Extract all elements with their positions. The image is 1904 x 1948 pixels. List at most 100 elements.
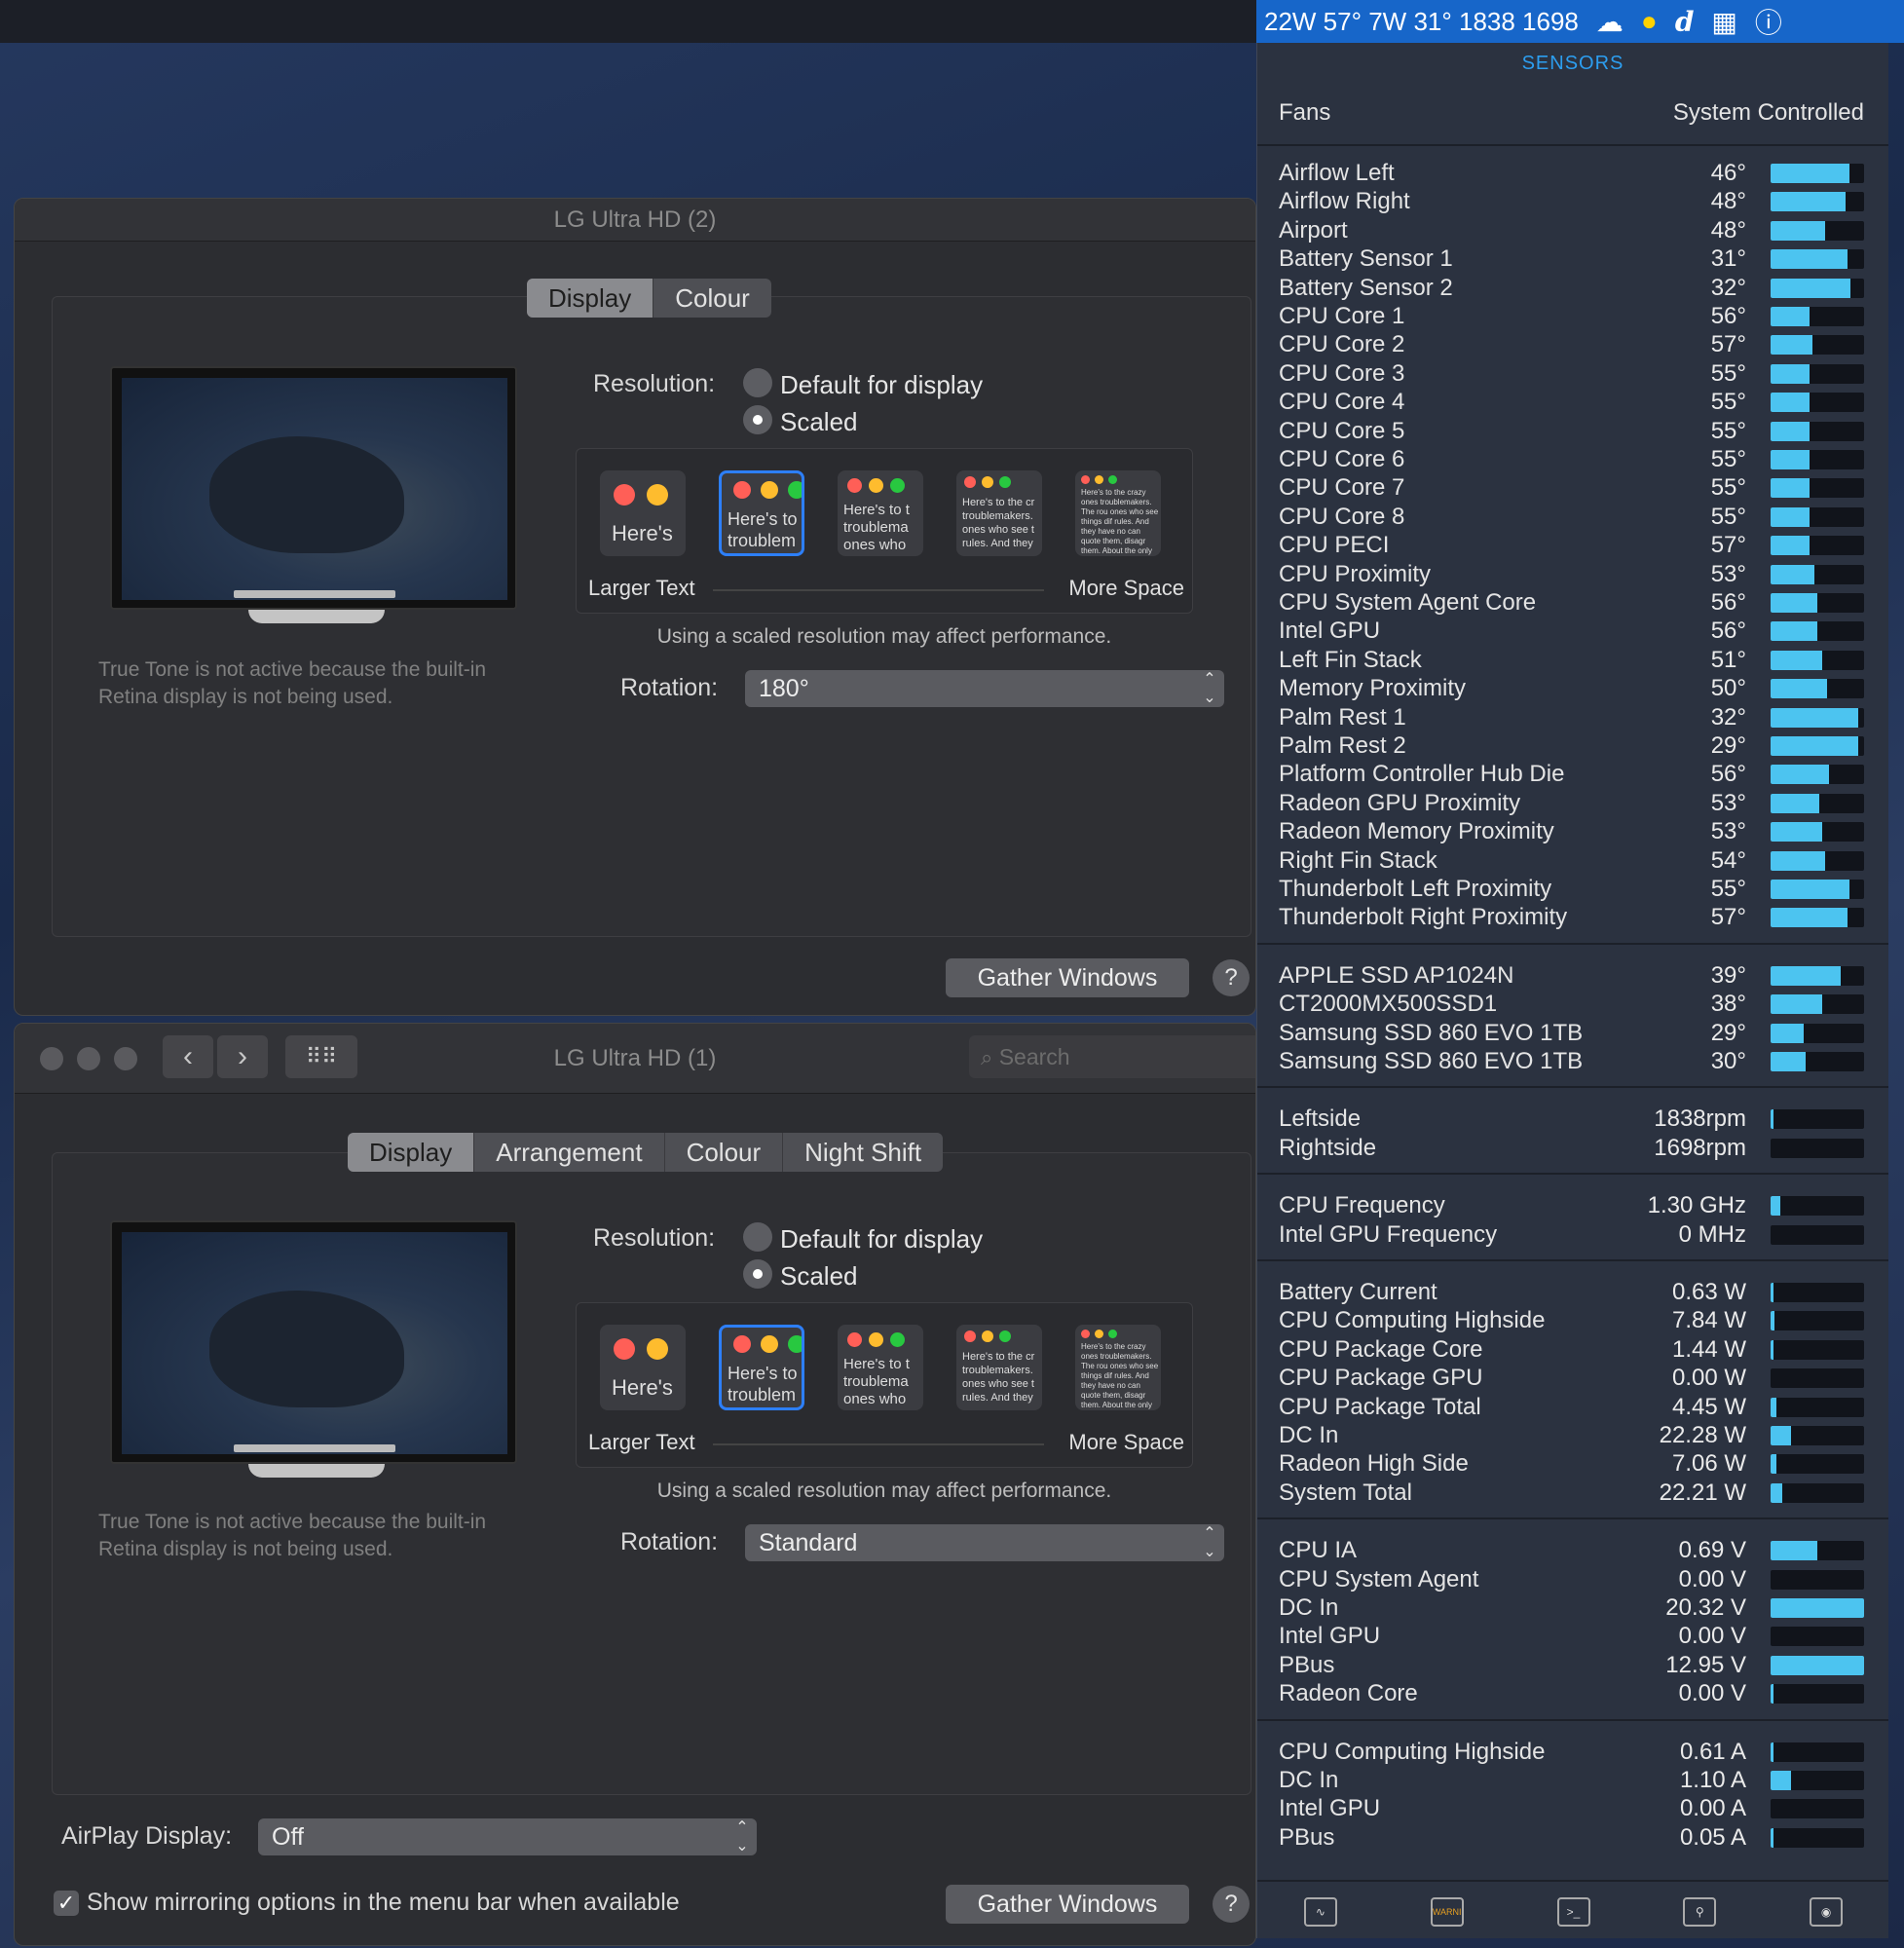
radio-default-for-display[interactable] [743, 1222, 772, 1252]
dictionary-icon[interactable]: d [1675, 6, 1695, 38]
help-button[interactable]: ? [1213, 959, 1250, 996]
sensor-bar-fill [1771, 363, 1811, 384]
sensor-name: Radeon Core [1279, 1680, 1418, 1707]
sensor-bar [1771, 1109, 1864, 1130]
sensor-name: Samsung SSD 860 EVO 1TB [1279, 1019, 1584, 1046]
sensor-row: CPU Proximity 53° [1257, 561, 1888, 590]
sensor-name: DC In [1279, 1594, 1339, 1621]
sensor-bar-fill [1771, 1684, 1773, 1704]
airplay-label: AirPlay Display: [61, 1822, 233, 1850]
sensor-value: 55° [1710, 503, 1746, 530]
sensors-title: SENSORS [1521, 53, 1624, 74]
sensor-row: CPU Computing Highside 7.84 W [1257, 1307, 1888, 1336]
scale-option-1[interactable]: Here's [600, 1325, 686, 1410]
fans-mode[interactable]: System Controlled [1673, 99, 1864, 127]
menu-bar-status-area[interactable]: 22W 57° 7W 31° 1838 1698 ☁ ● d ▦ ⓘ [1256, 0, 1904, 43]
radio-scaled[interactable] [743, 1259, 772, 1289]
radio-default-for-display[interactable] [743, 368, 772, 397]
scale-sample-text: Here's to the cr troublemakers. ones who… [962, 497, 1035, 549]
yellow-dot-icon [761, 1335, 778, 1353]
section-separator [1257, 1259, 1888, 1261]
help-button[interactable]: ? [1213, 1886, 1250, 1923]
sensor-bar [1771, 1771, 1864, 1790]
gather-windows-button[interactable]: Gather Windows [946, 1885, 1189, 1924]
sensor-value: 51° [1710, 646, 1746, 673]
scale-option-2[interactable]: Here's to troublem [719, 1325, 804, 1410]
window-title: LG Ultra HD (2) [553, 206, 717, 233]
sensor-value: 30° [1710, 1048, 1746, 1074]
sensor-name: CPU System Agent Core [1279, 589, 1537, 616]
sensor-row: Battery Sensor 2 32° [1257, 275, 1888, 304]
gather-windows-button[interactable]: Gather Windows [946, 958, 1189, 997]
radio-scaled-label[interactable]: Scaled [780, 1261, 858, 1292]
scale-track [713, 1443, 1044, 1445]
sensor-bar-fill [1771, 793, 1819, 813]
mirroring-checkbox[interactable]: ✓ [54, 1891, 79, 1916]
sensor-value: 7.84 W [1671, 1307, 1746, 1334]
terminal-icon[interactable]: >_ [1556, 1897, 1590, 1927]
title-bar[interactable]: ‹ › ⠿⠿ LG Ultra HD (1) ⌕ Search [15, 1024, 1255, 1094]
sensor-name: DC In [1279, 1422, 1339, 1448]
cloud-icon[interactable]: ☁ [1596, 6, 1624, 38]
istat-icon[interactable]: ◉ [1810, 1897, 1844, 1927]
sensor-bar-fill [1771, 421, 1811, 441]
console-icon[interactable]: WARNI [1430, 1897, 1464, 1927]
sensor-bar [1771, 822, 1864, 843]
radio-scaled-label[interactable]: Scaled [780, 407, 858, 437]
green-dot-icon [788, 481, 802, 499]
yellow-dot-icon [647, 484, 668, 506]
title-bar[interactable]: LG Ultra HD (2) [15, 199, 1255, 242]
grid-icon[interactable]: ▦ [1711, 6, 1736, 38]
monitor-preview [110, 1220, 517, 1464]
display-window-1: ‹ › ⠿⠿ LG Ultra HD (1) ⌕ Search Display … [14, 1023, 1256, 1946]
sensor-row: CPU Core 7 55° [1257, 474, 1888, 504]
search-input[interactable]: ⌕ Search [969, 1035, 1255, 1078]
rotation-select[interactable]: Standard ⌃ ⌄ [745, 1524, 1224, 1561]
sensor-name: Intel GPU [1279, 618, 1381, 645]
sensor-bar [1771, 1196, 1864, 1217]
sensor-value: 12.95 V [1665, 1651, 1746, 1678]
sensor-name: Thunderbolt Left Proximity [1279, 876, 1552, 902]
radio-scaled[interactable] [743, 405, 772, 434]
yellow-circle-icon[interactable]: ● [1641, 6, 1658, 37]
sensor-row: Airflow Right 48° [1257, 188, 1888, 217]
sensor-bar [1771, 478, 1864, 499]
mirroring-label[interactable]: Show mirroring options in the menu bar w… [87, 1889, 680, 1917]
activity-monitor-icon[interactable]: ∿ [1303, 1897, 1337, 1927]
bolt-icon[interactable]: ⓘ [1755, 2, 1782, 41]
sensor-row: Palm Rest 1 32° [1257, 704, 1888, 733]
tab-colour[interactable]: Colour [665, 1133, 784, 1172]
scale-option-3[interactable]: Here's to t troublema ones who [838, 470, 923, 556]
monitor-preview [110, 366, 517, 610]
tab-display[interactable]: Display [527, 279, 654, 318]
island-shape [209, 436, 404, 553]
sensor-value: 0.00 V [1678, 1565, 1746, 1592]
airplay-select[interactable]: Off ⌃ ⌄ [258, 1818, 757, 1855]
scale-option-3[interactable]: Here's to t troublema ones who [838, 1325, 923, 1410]
sensor-name: Radeon High Side [1279, 1450, 1469, 1478]
tab-colour[interactable]: Colour [653, 279, 771, 318]
radio-default-label[interactable]: Default for display [780, 1224, 983, 1255]
menu-bar-sensor-readout[interactable]: 22W 57° 7W 31° 1838 1698 [1264, 7, 1579, 37]
rotation-select[interactable]: 180° ⌃ ⌄ [745, 670, 1224, 707]
sensor-value: 38° [1710, 991, 1746, 1018]
tab-arrangement[interactable]: Arrangement [474, 1133, 665, 1172]
sensor-row: CPU Core 2 57° [1257, 331, 1888, 360]
scale-option-1[interactable]: Here's [600, 470, 686, 556]
scale-option-5[interactable]: Here's to the crazy ones troublemakers. … [1075, 470, 1161, 556]
sensor-bar [1771, 1684, 1864, 1704]
sensor-value: 0.00 V [1678, 1623, 1746, 1650]
sensor-row: DC In 1.10 A [1257, 1767, 1888, 1796]
sensor-name: Leftside [1279, 1105, 1362, 1133]
tab-display[interactable]: Display [348, 1133, 475, 1172]
scale-option-2[interactable]: Here's to troublem [719, 470, 804, 556]
wallpaper-preview [122, 1232, 507, 1454]
scale-option-4[interactable]: Here's to the cr troublemakers. ones who… [956, 470, 1042, 556]
section-separator [1257, 1086, 1888, 1089]
radio-default-label[interactable]: Default for display [780, 370, 983, 400]
keychain-icon[interactable]: ⚲ [1683, 1897, 1717, 1927]
tab-night-shift[interactable]: Night Shift [783, 1133, 943, 1172]
scale-track [713, 589, 1044, 591]
scale-option-4[interactable]: Here's to the cr troublemakers. ones who… [956, 1325, 1042, 1410]
scale-option-5[interactable]: Here's to the crazy ones troublemakers. … [1075, 1325, 1161, 1410]
